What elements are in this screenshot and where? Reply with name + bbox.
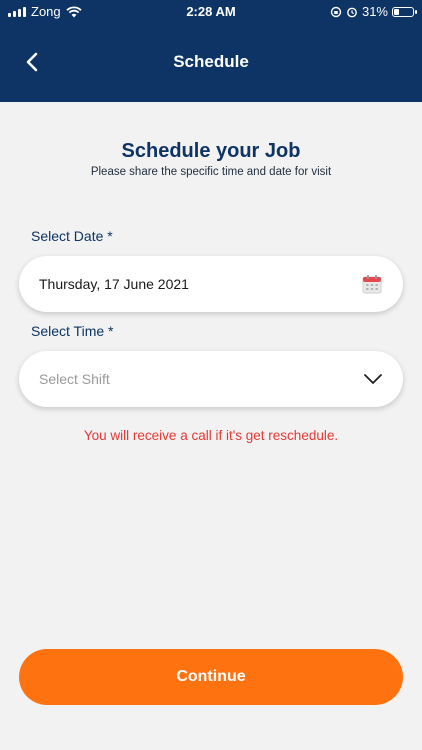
header-bar: Zong 2:28 AM 31% Schedule	[0, 0, 422, 102]
battery-icon	[392, 6, 417, 17]
rotation-lock-icon	[330, 6, 342, 17]
time-placeholder: Select Shift	[39, 371, 110, 387]
schedule-heading: Schedule your Job	[121, 140, 301, 162]
date-label: Select Date *	[31, 228, 113, 244]
alarm-icon	[347, 7, 357, 17]
reschedule-notice: You will receive a call if it's get resc…	[83, 428, 339, 443]
date-value: Thursday, 17 June 2021	[39, 276, 189, 292]
battery-fill	[394, 8, 400, 15]
calendar-icon[interactable]	[361, 273, 383, 295]
battery-percent: 31%	[361, 4, 388, 19]
chevron-down-icon[interactable]	[363, 373, 383, 385]
schedule-subheading: Please share the specific time and date …	[90, 166, 332, 178]
time-select[interactable]: Select Shift	[19, 351, 403, 407]
date-field[interactable]: Thursday, 17 June 2021	[19, 256, 403, 312]
status-bar: Zong 2:28 AM 31%	[0, 0, 422, 24]
continue-button[interactable]: Continue	[19, 649, 403, 705]
status-right: 31%	[330, 4, 417, 19]
page-title: Schedule	[173, 52, 249, 71]
time-label: Select Time *	[31, 323, 114, 339]
